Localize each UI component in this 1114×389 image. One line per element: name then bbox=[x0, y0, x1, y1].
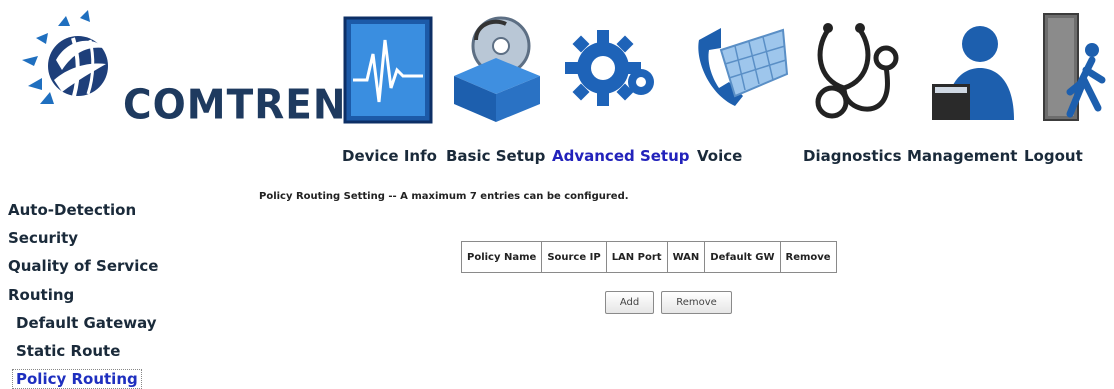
device-info-monitor-icon[interactable] bbox=[343, 10, 435, 125]
column-header-lan-port: LAN Port bbox=[605, 241, 668, 273]
nav-diagnostics[interactable]: Diagnostics bbox=[803, 147, 902, 165]
sidebar-item-auto-detection[interactable]: Auto-Detection bbox=[8, 201, 136, 219]
column-header-remove: Remove bbox=[779, 241, 837, 273]
sidebar-item-routing[interactable]: Routing bbox=[8, 286, 74, 304]
column-header-wan: WAN bbox=[666, 241, 706, 273]
nav-logout[interactable]: Logout bbox=[1024, 147, 1083, 165]
nav-device-info[interactable]: Device Info bbox=[342, 147, 437, 165]
remove-button[interactable]: Remove bbox=[661, 291, 732, 314]
sidebar-item-quality-of-service[interactable]: Quality of Service bbox=[8, 257, 158, 275]
sidebar-item-default-gateway[interactable]: Default Gateway bbox=[16, 314, 157, 332]
comtrend-globe-icon bbox=[22, 10, 108, 104]
sidebar-item-static-route[interactable]: Static Route bbox=[16, 342, 120, 360]
logout-door-icon[interactable] bbox=[1040, 10, 1110, 125]
brand-name: COMTREND bbox=[123, 81, 380, 130]
voice-phone-icon[interactable] bbox=[691, 10, 791, 125]
column-header-policy-name: Policy Name bbox=[460, 241, 543, 273]
column-header-default-gw: Default GW bbox=[704, 241, 781, 273]
diagnostics-stethoscope-icon[interactable] bbox=[806, 10, 906, 125]
nav-basic-setup[interactable]: Basic Setup bbox=[446, 147, 545, 165]
comtrend-logo: COMTREND bbox=[18, 8, 379, 188]
page-title: Policy Routing Setting -- A maximum 7 en… bbox=[259, 191, 629, 202]
sidebar-item-policy-routing[interactable]: Policy Routing bbox=[12, 369, 142, 389]
nav-advanced-setup[interactable]: Advanced Setup bbox=[552, 147, 690, 165]
management-person-icon[interactable] bbox=[922, 10, 1022, 125]
advanced-setup-gears-icon[interactable] bbox=[563, 10, 663, 125]
sidebar-item-security[interactable]: Security bbox=[8, 229, 78, 247]
nav-voice[interactable]: Voice bbox=[697, 147, 742, 165]
add-button[interactable]: Add bbox=[605, 291, 654, 314]
table-header-row: Policy Name Source IP LAN Port WAN Defau… bbox=[460, 241, 837, 273]
policy-routing-table: Policy Name Source IP LAN Port WAN Defau… bbox=[460, 241, 837, 273]
content-panel bbox=[203, 177, 1114, 389]
basic-setup-box-icon[interactable] bbox=[446, 10, 546, 125]
nav-management[interactable]: Management bbox=[907, 147, 1017, 165]
column-header-source-ip: Source IP bbox=[541, 241, 607, 273]
